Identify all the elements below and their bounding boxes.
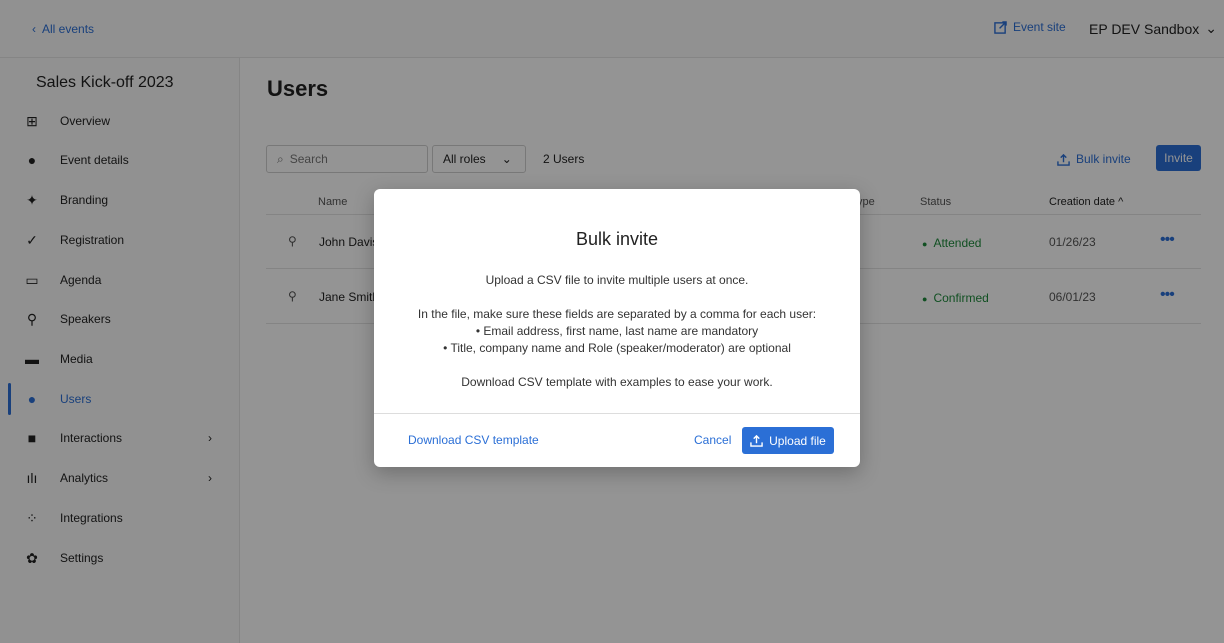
modal-mandatory-fields: • Email address, first name, last name a… xyxy=(475,324,759,338)
download-csv-template-link[interactable]: Download CSV template xyxy=(408,433,539,447)
upload-icon xyxy=(750,434,763,447)
modal-body: Upload a CSV file to invite multiple use… xyxy=(374,272,860,391)
modal-optional-fields: • Title, company name and Role (speaker/… xyxy=(443,341,791,355)
upload-file-label: Upload file xyxy=(769,433,826,448)
cancel-button[interactable]: Cancel xyxy=(694,433,731,447)
bulk-invite-modal: Bulk invite Upload a CSV file to invite … xyxy=(374,189,860,467)
modal-intro: Upload a CSV file to invite multiple use… xyxy=(485,273,749,287)
modal-divider xyxy=(374,413,860,414)
modal-title: Bulk invite xyxy=(575,229,659,249)
modal-instructions: In the file, make sure these fields are … xyxy=(417,307,817,321)
modal-template-hint: Download CSV template with examples to e… xyxy=(461,375,773,389)
upload-file-button[interactable]: Upload file xyxy=(742,427,834,454)
